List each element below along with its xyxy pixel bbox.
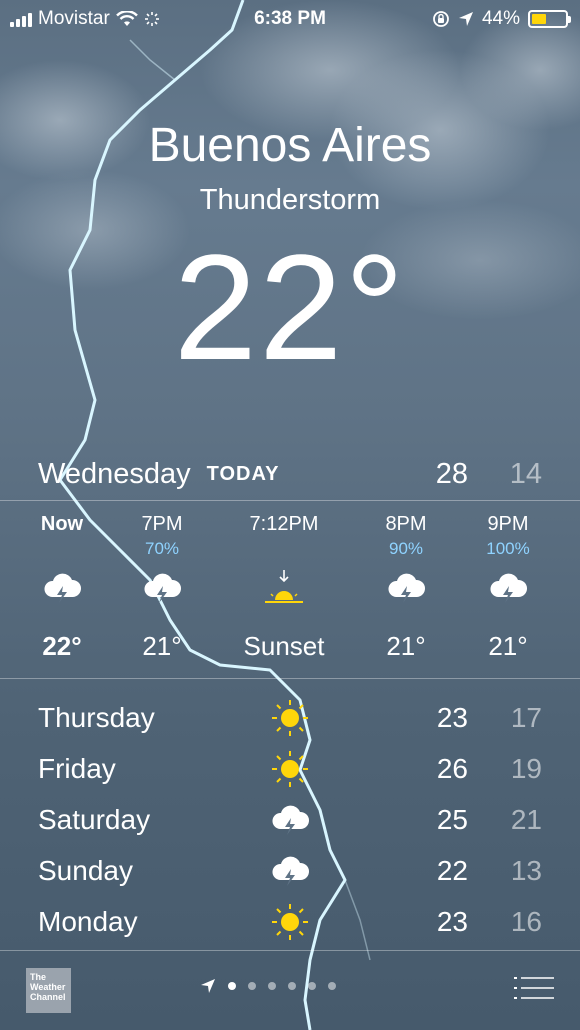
hourly-time: 7:12PM [249,513,319,535]
sunset-icon [265,570,303,603]
hourly-temp: 21° [386,631,426,661]
daily-high: 23 [436,701,468,733]
hourly-precip: 90% [388,539,424,558]
thunderstorm-icon [272,805,310,835]
hourly-temp: 22° [42,631,82,661]
hourly-temp: 21° [488,631,528,661]
orientation-lock-icon [433,11,449,27]
current-condition: Thunderstorm [199,184,381,216]
daily-row-monday: Monday 23 16 [38,896,542,947]
battery-icon [528,10,571,28]
today-tag: TODAY [206,462,280,485]
hourly-time: 8PM [385,513,427,535]
hourly-temp: 21° [142,631,182,661]
daily-low: 13 [510,854,542,886]
weather-channel-logo-button[interactable]: The Weather Channel [26,968,71,1013]
daily-row-saturday: Saturday 25 21 [38,794,542,845]
thunderstorm-icon [44,573,82,603]
hourly-item-now: Now 22° [7,510,117,666]
page-indicator[interactable] [200,978,336,994]
battery-percent: 44% [481,8,520,29]
divider-middle [0,678,580,679]
daily-day: Friday [38,752,116,784]
hourly-forecast[interactable]: Now 22° 7PM 70% 21° 7:12PM Sunset 8PM 90… [0,510,580,670]
thunderstorm-icon [490,573,528,603]
daily-row-friday: Friday 26 19 [38,743,542,794]
today-high: 28 [435,457,468,490]
hourly-time: Now [40,513,84,535]
location-arrow-icon [458,12,473,26]
page-dot [308,982,316,990]
daily-low: 17 [510,701,542,733]
daily-high: 22 [436,854,468,886]
hourly-time: 9PM [487,513,529,535]
weather-screen: Movistar 6:38 PM 44% Buenos Aires Thunde… [0,0,580,1030]
location-arrow-icon [201,979,215,993]
hourly-item-sunset: 7:12PM Sunset [229,510,339,666]
thunderstorm-icon [144,573,182,603]
hourly-precip [7,538,117,560]
daily-low: 16 [510,905,542,937]
page-dot [228,982,236,990]
daily-forecast[interactable]: Thursday 23 17 Friday 26 19 Saturday 25 … [38,692,542,947]
daily-row-sunday: Sunday 22 13 [38,845,542,896]
hourly-temp: Sunset [243,631,325,661]
daily-row-thursday: Thursday 23 17 [38,692,542,743]
daily-day: Sunday [38,854,133,886]
sun-icon [272,751,308,787]
daily-day: Thursday [38,701,155,733]
daily-day: Saturday [38,803,151,835]
page-dot [288,982,296,990]
page-dot [268,982,276,990]
daily-high: 23 [436,905,468,937]
hourly-time: 7PM [141,513,183,535]
hourly-precip: 70% [144,539,180,558]
daily-day: Monday [38,905,138,937]
page-dot [248,982,256,990]
hourly-item-8pm: 8PM 90% 21° [351,510,461,666]
bottom-toolbar: The Weather Channel [0,950,580,1030]
page-dot [328,982,336,990]
thunderstorm-icon [388,573,426,603]
status-bar: Movistar 6:38 PM 44% [0,0,580,38]
thunderstorm-icon [272,856,310,886]
status-right-group: 44% [432,8,571,30]
hourly-precip [229,538,339,560]
today-summary-row: Wednesday TODAY 28 14 [38,450,542,498]
sun-icon [272,904,308,940]
sun-icon [272,700,308,736]
daily-low: 21 [510,803,542,835]
list-icon[interactable] [514,974,554,1002]
daily-high: 26 [436,752,468,784]
today-low: 14 [509,457,542,490]
city-name: Buenos Aires [148,119,432,172]
daily-low: 19 [510,752,542,784]
today-day-label: Wednesday [38,457,191,490]
current-temperature: 22° [173,223,407,391]
daily-high: 25 [436,803,468,835]
hourly-item-9pm: 9PM 100% 21° [453,510,563,666]
hourly-item-7pm: 7PM 70% 21° [107,510,217,666]
hourly-precip: 100% [486,539,530,558]
divider-top [0,500,580,501]
